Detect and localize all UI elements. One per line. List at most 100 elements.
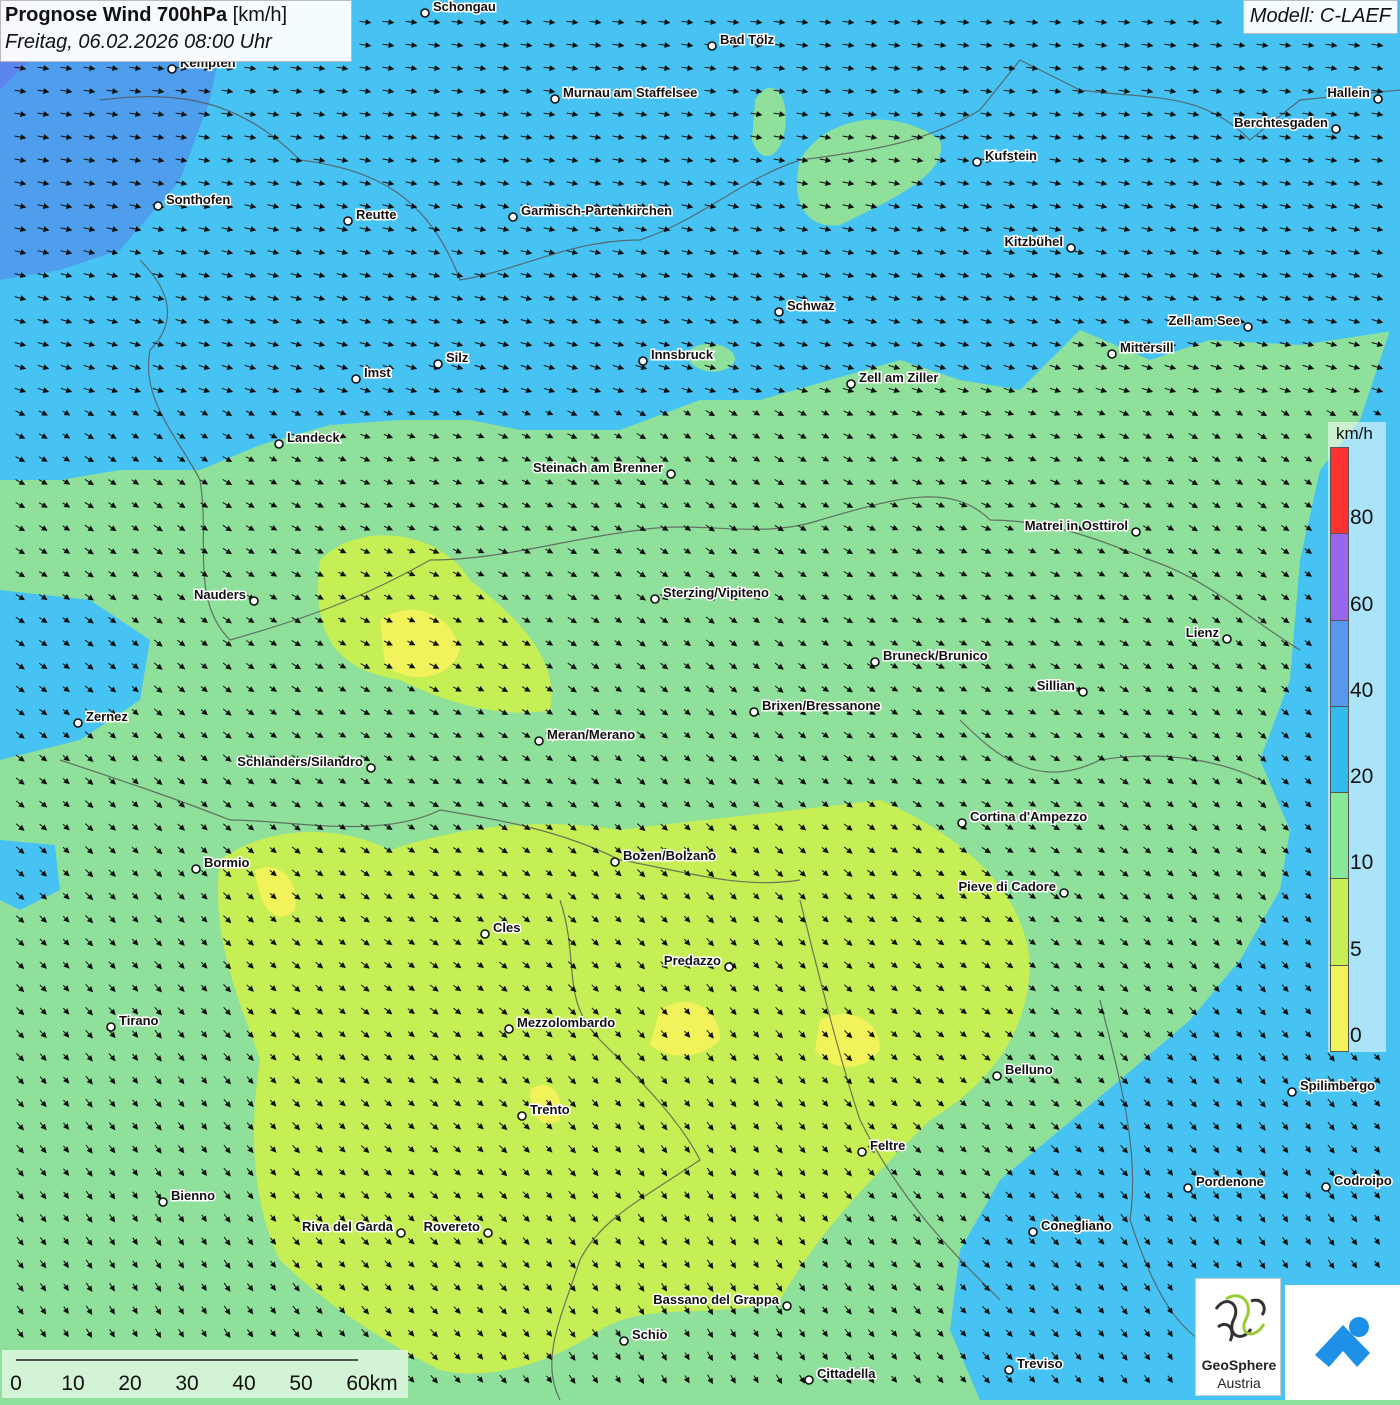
city-label: Feltre (870, 1138, 905, 1153)
scale-bar-label: 60km (346, 1372, 398, 1395)
weather-app-logo (1285, 1285, 1400, 1400)
logo-text-austria: Austria (1217, 1375, 1261, 1391)
city-dot (1059, 888, 1069, 898)
title-unit: [km/h] (232, 4, 288, 26)
city-dot (774, 307, 784, 317)
city-dot (106, 1022, 116, 1032)
legend-segment (1330, 964, 1349, 1052)
city-dot (480, 929, 490, 939)
color-legend: km/h 80 60 40 20 10 5 0 (1328, 422, 1386, 1052)
city-label: Zernez (86, 709, 128, 724)
city-dot (957, 818, 967, 828)
city-label: Sonthofen (166, 192, 230, 207)
city-label: Schwaz (787, 298, 835, 313)
city-label: Rovereto (424, 1219, 480, 1234)
city-dot (1321, 1182, 1331, 1192)
city-label: Treviso (1017, 1356, 1063, 1371)
title-text: Prognose Wind 700hPa (5, 4, 228, 26)
scale-bar-label: 30 (175, 1372, 199, 1395)
city-label: Cles (493, 920, 520, 935)
legend-colorbar (1330, 447, 1349, 1052)
city-label: Schlanders/Silandro (237, 754, 363, 769)
city-dot (483, 1228, 493, 1238)
city-dot (1222, 634, 1232, 644)
city-dot (420, 8, 430, 18)
scale-bar-label: 20 (118, 1372, 142, 1395)
city-dot (343, 216, 353, 226)
city-label: Murnau am Staffelsee (563, 85, 697, 100)
logo-text-geosphere: GeoSphere (1201, 1357, 1277, 1373)
city-label: Tirano (119, 1013, 159, 1028)
city-label: Lienz (1186, 625, 1220, 640)
city-dot (992, 1071, 1002, 1081)
city-label: Meran/Merano (547, 727, 635, 742)
city-label: Bormio (204, 855, 250, 870)
city-dot (666, 469, 676, 479)
legend-tick-label: 0 (1350, 1024, 1362, 1047)
city-dot (249, 596, 259, 606)
city-dot (550, 94, 560, 104)
geosphere-logo: GeoSphere Austria (1195, 1278, 1281, 1396)
geosphere-logo-icon (1214, 1294, 1266, 1342)
city-label: Schio (632, 1327, 667, 1342)
city-dot (158, 1197, 168, 1207)
city-label: Kitzbühel (1005, 234, 1064, 249)
city-label: Pieve di Cadore (958, 879, 1056, 894)
city-dot (534, 736, 544, 746)
legend-segment (1330, 878, 1349, 966)
city-dot (191, 864, 201, 874)
scale-bar: 0 10 20 30 40 50 60km (2, 1350, 408, 1398)
city-label: Bassano del Grappa (653, 1292, 779, 1307)
city-dot (153, 201, 163, 211)
city-dot (650, 594, 660, 604)
city-dot (870, 657, 880, 667)
city-dot (638, 356, 648, 366)
weather-app-logo-icon (1315, 1317, 1370, 1367)
city-label: Pordenone (1196, 1174, 1264, 1189)
city-label: Nauders (194, 587, 246, 602)
city-dot (1078, 687, 1088, 697)
city-label: Predazzo (664, 953, 721, 968)
legend-segment (1330, 447, 1349, 535)
city-dot (396, 1228, 406, 1238)
city-label: Cortina d'Ampezzo (970, 809, 1087, 824)
city-label: Sterzing/Vipiteno (663, 585, 769, 600)
map-title: Prognose Wind 700hPa [km/h] (5, 4, 347, 27)
city-label: Bruneck/Brunico (883, 648, 988, 663)
scale-bar-label: 10 (61, 1372, 85, 1395)
city-dot (804, 1375, 814, 1385)
city-label: Codroipo (1334, 1173, 1392, 1188)
city-dot (1287, 1087, 1297, 1097)
city-label: Bienno (171, 1188, 215, 1203)
city-dot (1243, 322, 1253, 332)
city-label: Imst (364, 365, 391, 380)
city-dot (508, 212, 518, 222)
city-label: Matrei in Osttirol (1025, 518, 1128, 533)
city-dot (972, 157, 982, 167)
city-dot (724, 962, 734, 972)
city-dot (433, 359, 443, 369)
city-dot (351, 374, 361, 384)
scale-bar-label: 40 (232, 1372, 256, 1395)
legend-tick-label: 10 (1350, 851, 1374, 875)
city-label: Brixen/Bressanone (762, 698, 881, 713)
city-dot (1028, 1227, 1038, 1237)
city-dot (707, 41, 717, 51)
city-label: Silz (446, 350, 469, 365)
city-label: Garmisch-Partenkirchen (521, 203, 672, 218)
city-dot (1331, 124, 1341, 134)
city-label: Zell am See (1168, 313, 1240, 328)
city-dot (1066, 243, 1076, 253)
city-dot (1107, 349, 1117, 359)
city-dot (782, 1301, 792, 1311)
city-label: Reutte (356, 207, 396, 222)
city-dot (1373, 94, 1383, 104)
legend-unit: km/h (1336, 424, 1373, 443)
city-label: Zell am Ziller (859, 370, 938, 385)
model-label: Modell: C-LAEF (1242, 0, 1398, 34)
city-label: Hallein (1327, 85, 1370, 100)
city-dot (517, 1111, 527, 1121)
city-label: Berchtesgaden (1234, 115, 1328, 130)
city-dot (366, 763, 376, 773)
city-label: Spilimbergo (1300, 1078, 1375, 1093)
